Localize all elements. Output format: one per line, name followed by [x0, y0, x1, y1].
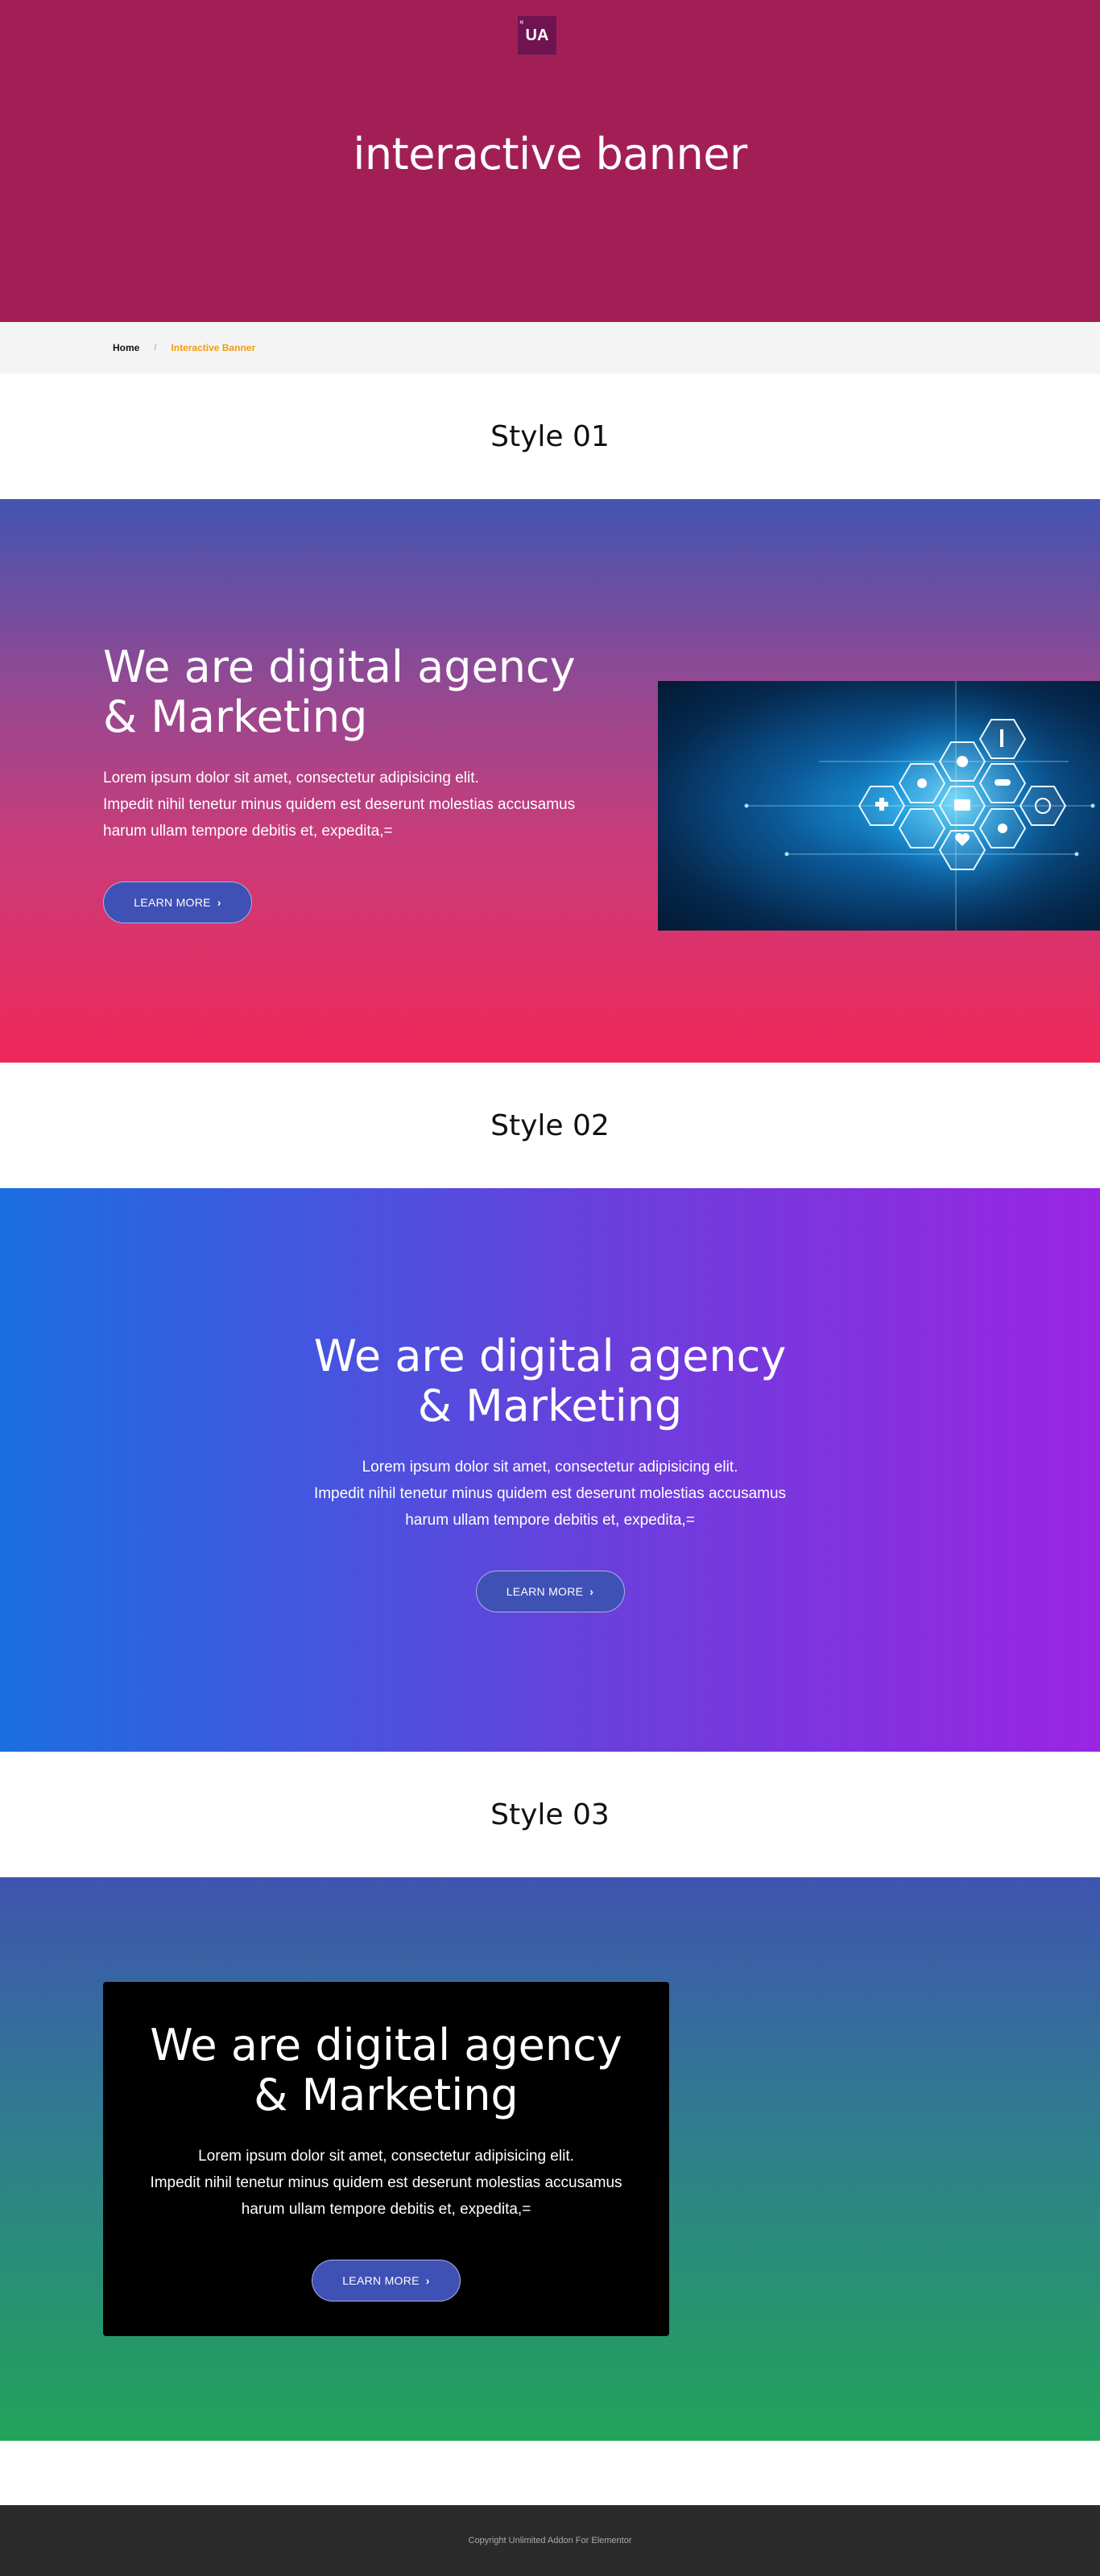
- banner-3-title: We are digital agency & Marketing: [103, 2021, 669, 2120]
- chevron-right-icon: ›: [589, 1585, 594, 1598]
- banner-1-learn-more-button[interactable]: LEARN MORE ›: [103, 881, 252, 923]
- banner-2-title-line-2: & Marketing: [417, 1381, 683, 1431]
- breadcrumb-home-link[interactable]: Home: [113, 342, 139, 353]
- banner-1-description: Lorem ipsum dolor sit amet, consectetur …: [103, 765, 667, 844]
- medical-hexagon-graphic: [744, 681, 1095, 931]
- banner-2-learn-more-button[interactable]: LEARN MORE ›: [475, 1571, 625, 1612]
- footer-copyright: Copyright Unlimited Addon For Elementor: [468, 2536, 632, 2545]
- page-header: « UA interactive banner: [0, 0, 1100, 322]
- banner-2-text-line-1: Lorem ipsum dolor sit amet, consectetur …: [362, 1459, 738, 1476]
- banner-2-title-line-1: We are digital agency: [313, 1331, 787, 1381]
- breadcrumb-separator: /: [154, 343, 157, 353]
- banner-3-text-line-1: Lorem ipsum dolor sit amet, consectetur …: [198, 2148, 574, 2165]
- medical-icons-image: [658, 681, 1100, 931]
- banner-2-text-line-2: Impedit nihil tenetur minus quidem est d…: [313, 1485, 787, 1502]
- banner-3-description: Lorem ipsum dolor sit amet, consectetur …: [103, 2143, 669, 2223]
- banner-3-button-label: LEARN MORE: [342, 2274, 420, 2287]
- chevron-right-icon: ›: [425, 2274, 430, 2287]
- section-spacer: [0, 2441, 1100, 2505]
- interactive-banner-style-03: We are digital agency & Marketing Lorem …: [0, 1877, 1100, 2441]
- page-footer: Copyright Unlimited Addon For Elementor: [0, 2505, 1100, 2576]
- logo-mark: «: [519, 18, 524, 27]
- interactive-banner-style-02: We are digital agency & Marketing Lorem …: [0, 1188, 1100, 1752]
- style-02-heading: Style 02: [490, 1108, 610, 1142]
- site-logo[interactable]: « UA: [518, 16, 556, 55]
- banner-1-title-line-2: & Marketing: [103, 691, 368, 742]
- banner-2-button-label: LEARN MORE: [506, 1585, 584, 1598]
- banner-3-text-line-2: Impedit nihil tenetur minus quidem est d…: [150, 2174, 622, 2191]
- banner-2-description: Lorem ipsum dolor sit amet, consectetur …: [0, 1454, 1100, 1534]
- banner-1-text-line-1: Lorem ipsum dolor sit amet, consectetur …: [103, 770, 479, 786]
- banner-1-button-label: LEARN MORE: [134, 896, 211, 909]
- style-03-heading: Style 03: [490, 1798, 610, 1831]
- page-title: interactive banner: [353, 129, 747, 180]
- banner-1-content: We are digital agency & Marketing Lorem …: [103, 642, 667, 923]
- banner-1-title: We are digital agency & Marketing: [103, 642, 667, 742]
- style-01-heading: Style 01: [490, 419, 610, 453]
- banner-1-text-line-3: harum ullam tempore debitis et, expedita…: [103, 823, 393, 840]
- chevron-right-icon: ›: [217, 896, 221, 909]
- banner-1-text-line-2: Impedit nihil tenetur minus quidem est d…: [103, 796, 576, 813]
- banner-3-title-line-1: We are digital agency: [150, 2020, 622, 2070]
- breadcrumb: Home / Interactive Banner: [0, 322, 1100, 374]
- banner-3-learn-more-button[interactable]: LEARN MORE ›: [312, 2260, 461, 2301]
- banner-3-text-line-3: harum ullam tempore debitis et, expedita…: [241, 2201, 531, 2218]
- interactive-banner-style-01: We are digital agency & Marketing Lorem …: [0, 499, 1100, 1063]
- banner-2-text-line-3: harum ullam tempore debitis et, expedita…: [405, 1512, 695, 1529]
- banner-2-content: We are digital agency & Marketing Lorem …: [0, 1331, 1100, 1612]
- logo-text: UA: [525, 26, 549, 44]
- breadcrumb-current: Interactive Banner: [171, 342, 256, 353]
- banner-3-card: We are digital agency & Marketing Lorem …: [103, 1982, 669, 2336]
- banner-3-title-line-2: & Marketing: [254, 2070, 519, 2120]
- banner-1-title-line-1: We are digital agency: [103, 642, 576, 692]
- banner-2-title: We are digital agency & Marketing: [0, 1331, 1100, 1431]
